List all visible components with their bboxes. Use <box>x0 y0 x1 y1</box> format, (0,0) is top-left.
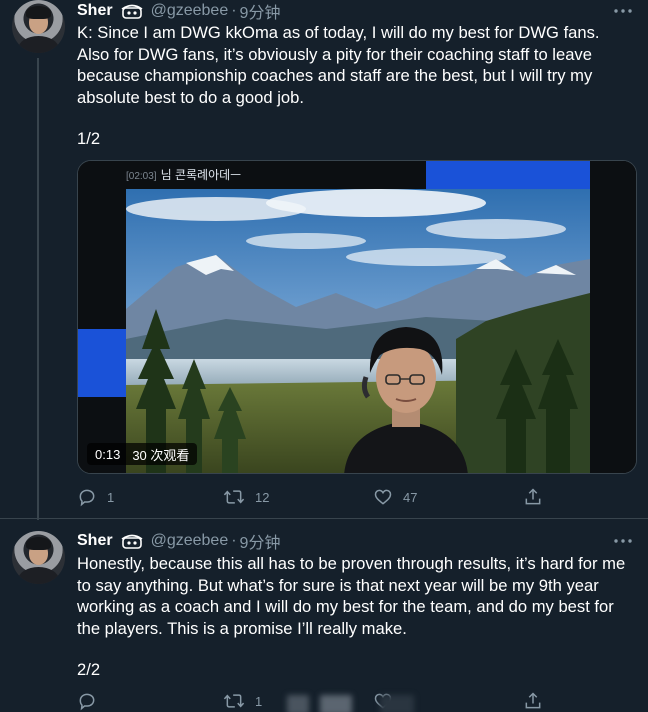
more-horizontal-icon[interactable] <box>612 532 634 550</box>
video-stream-accent-top <box>426 161 590 189</box>
separator-dot: · <box>231 2 237 19</box>
like-button[interactable]: 47 <box>373 485 417 509</box>
face-emoji-icon <box>119 3 145 19</box>
timestamp[interactable]: 9分钟 <box>240 0 281 23</box>
tweet-actions: 1 <box>77 689 547 712</box>
author-handle[interactable]: @gzeebee <box>151 532 229 550</box>
blurred-region <box>287 695 309 712</box>
tweet-header: Sher @gzeebee · 9分钟 <box>77 0 280 22</box>
share-upload-icon <box>525 692 541 709</box>
avatar-hair <box>26 537 51 550</box>
video-overlay-badge: 0:13 30 次观看 <box>87 443 198 465</box>
tweet-text: Honestly, because this all has to be pro… <box>77 554 626 638</box>
author-handle[interactable]: @gzeebee <box>151 2 229 20</box>
blurred-region <box>320 695 352 712</box>
video-view-count: 30 次观看 <box>132 447 190 463</box>
video-stream-caption-text: 님 콘록례아데ㅡ <box>160 168 242 182</box>
author-name[interactable]: Sher <box>77 532 113 550</box>
share-button[interactable] <box>523 689 543 712</box>
video-person <box>344 327 468 473</box>
video-player[interactable]: [02:03] 님 콘록례아데ㅡ 0:13 30 次观看 <box>77 160 637 474</box>
reply-button[interactable] <box>77 689 97 712</box>
avatar[interactable] <box>12 531 65 584</box>
thread-page-indicator: 1/2 <box>77 129 101 148</box>
heart-icon <box>374 489 392 505</box>
retweet-arrows-icon <box>223 490 245 504</box>
retweet-button[interactable]: 12 <box>223 485 269 509</box>
avatar-hair <box>26 6 51 19</box>
avatar-shirt <box>18 36 59 53</box>
tweet-header: Sher @gzeebee · 9分钟 <box>77 530 280 552</box>
avatar-shirt <box>18 567 59 584</box>
video-duration: 0:13 <box>95 446 121 462</box>
video-background-landscape <box>126 189 590 473</box>
video-stream-caption-tag: [02:03] <box>126 171 157 182</box>
blurred-region <box>380 695 414 712</box>
retweet-count: 12 <box>255 489 270 505</box>
reply-button[interactable]: 1 <box>77 485 114 509</box>
share-upload-icon <box>525 488 541 505</box>
thread-connector-line <box>37 58 39 520</box>
more-horizontal-icon[interactable] <box>612 2 634 20</box>
tweet-1[interactable]: Sher @gzeebee · 9分钟 K: Since I am DWG kk… <box>0 0 648 520</box>
separator-dot: · <box>231 532 237 549</box>
timestamp[interactable]: 9分钟 <box>240 529 281 553</box>
tweet-text: K: Since I am DWG kkOma as of today, I w… <box>77 23 600 107</box>
tweet-actions: 1 12 47 <box>77 485 547 509</box>
avatar[interactable] <box>12 0 65 53</box>
reply-bubble-icon <box>79 693 95 711</box>
retweet-arrows-icon <box>223 694 245 708</box>
face-emoji-icon <box>119 533 145 549</box>
video-stream-right-panel <box>590 161 636 473</box>
video-stream-accent-left <box>78 329 126 397</box>
author-name[interactable]: Sher <box>77 2 113 20</box>
share-button[interactable] <box>523 485 543 509</box>
video-stream-caption: [02:03] 님 콘록례아데ㅡ <box>126 166 241 183</box>
retweet-button[interactable]: 1 <box>223 689 262 712</box>
reply-count: 1 <box>107 489 115 505</box>
thread-page-indicator: 2/2 <box>77 660 101 679</box>
reply-bubble-icon <box>79 489 95 507</box>
tweet-2[interactable]: Sher @gzeebee · 9分钟 Honestly, because th… <box>0 518 648 712</box>
retweet-count: 1 <box>255 693 263 709</box>
like-count: 47 <box>403 489 418 505</box>
